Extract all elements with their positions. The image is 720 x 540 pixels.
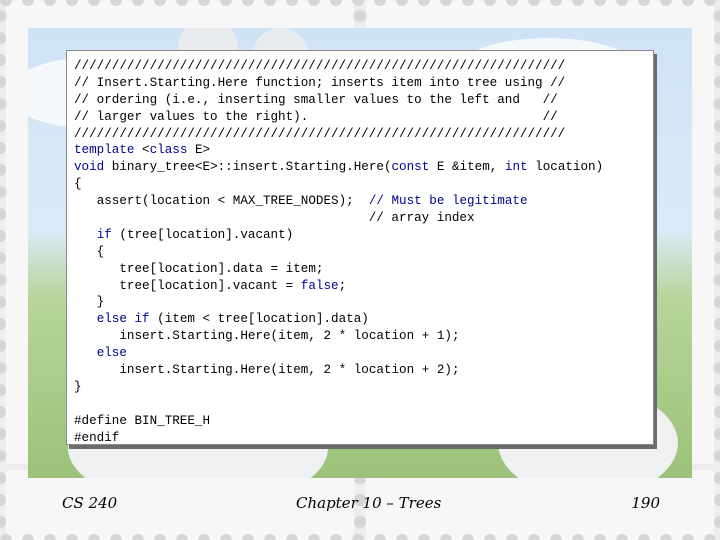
perforation-hole xyxy=(396,534,408,540)
perforation-hole xyxy=(714,472,720,484)
code-line: { xyxy=(74,244,105,259)
perforation-hole xyxy=(714,428,720,440)
perforation-hole xyxy=(714,76,720,88)
footer-page-number: 190 xyxy=(631,494,660,512)
perforation-hole xyxy=(714,252,720,264)
code-line: { xyxy=(74,177,82,192)
perforation-hole xyxy=(198,534,210,540)
perforation-hole xyxy=(374,534,386,540)
code-line: // larger values to the right). // xyxy=(74,109,558,124)
perforation-hole xyxy=(714,120,720,132)
perforation-hole xyxy=(714,318,720,330)
code-line: } xyxy=(74,379,82,394)
perforation-hole xyxy=(714,450,720,462)
perforation-hole xyxy=(704,534,716,540)
perforation-hole xyxy=(714,274,720,286)
code-line: else if (item < tree[location].data) xyxy=(96,312,369,327)
code-line: tree[location].data = item; xyxy=(119,261,324,276)
code-line: insert.Starting.Here(item, 2 * location … xyxy=(119,363,460,378)
code-line: if (tree[location].vacant) xyxy=(96,227,294,242)
perforation-hole xyxy=(418,534,430,540)
perforation-hole xyxy=(484,534,496,540)
perforation-hole xyxy=(88,534,100,540)
perforation-hole xyxy=(660,534,672,540)
perforation-hole xyxy=(330,534,342,540)
perforation-hole xyxy=(154,534,166,540)
perforation-hole xyxy=(220,534,232,540)
code-line: } xyxy=(74,295,105,310)
perforation-hole xyxy=(22,534,34,540)
code-line: void binary_tree<E>::insert.Starting.Her… xyxy=(74,160,604,175)
code-line: #endif xyxy=(74,430,120,445)
perforation-hole xyxy=(354,10,366,22)
perforation-hole xyxy=(572,534,584,540)
footer-course: CS 240 xyxy=(62,494,118,512)
perforation-hole xyxy=(132,534,144,540)
perforation-hole xyxy=(714,340,720,352)
code-line: insert.Starting.Here(item, 2 * location … xyxy=(119,329,460,344)
perforation-hole xyxy=(440,534,452,540)
perforation-hole xyxy=(176,534,188,540)
code-listing: ////////////////////////////////////////… xyxy=(74,58,654,446)
perforation-hole xyxy=(242,534,254,540)
perforation-hole xyxy=(44,534,56,540)
footer-chapter: Chapter 10 – Trees xyxy=(296,494,442,512)
code-line: // Insert.Starting.Here function; insert… xyxy=(74,75,566,90)
code-line: #define BIN_TREE_H xyxy=(74,413,211,428)
perforation-hole xyxy=(714,296,720,308)
perforation-hole xyxy=(714,142,720,154)
perforation-hole xyxy=(714,208,720,220)
code-line: template <class E> xyxy=(74,143,211,158)
code-line: ////////////////////////////////////////… xyxy=(74,59,566,73)
code-line: // ordering (i.e., inserting smaller val… xyxy=(74,92,558,107)
perforation-hole xyxy=(550,534,562,540)
perforation-hole xyxy=(506,534,518,540)
perforation-hole xyxy=(354,516,366,528)
perforation-hole xyxy=(714,32,720,44)
perforation-hole xyxy=(264,534,276,540)
perforation-hole xyxy=(714,98,720,110)
perforation-hole xyxy=(462,534,474,540)
perforation-hole xyxy=(714,384,720,396)
code-line: ////////////////////////////////////////… xyxy=(74,126,566,141)
perforation-hole xyxy=(714,54,720,66)
perforation-hole xyxy=(66,534,78,540)
perforation-hole xyxy=(714,10,720,22)
perforation-hole xyxy=(714,362,720,374)
code-line: tree[location].vacant = false; xyxy=(119,278,347,293)
perforation-hole xyxy=(714,230,720,242)
perforation-hole xyxy=(528,534,540,540)
perforation-hole xyxy=(308,534,320,540)
perforation-hole xyxy=(714,186,720,198)
perforation-hole xyxy=(352,534,364,540)
perforation-hole xyxy=(682,534,694,540)
perforation-hole xyxy=(594,534,606,540)
perforation-hole xyxy=(286,534,298,540)
code-line: else xyxy=(96,346,127,361)
perforation-hole xyxy=(638,534,650,540)
perforation-hole xyxy=(714,494,720,506)
code-line: // array index xyxy=(74,211,475,226)
perforation-hole xyxy=(110,534,122,540)
code-line: assert(location < MAX_TREE_NODES); // Mu… xyxy=(96,194,528,209)
perforation-hole xyxy=(714,516,720,528)
perforation-hole xyxy=(714,164,720,176)
perforation-hole xyxy=(616,534,628,540)
perforation-hole xyxy=(0,534,12,540)
perforation-hole xyxy=(714,406,720,418)
